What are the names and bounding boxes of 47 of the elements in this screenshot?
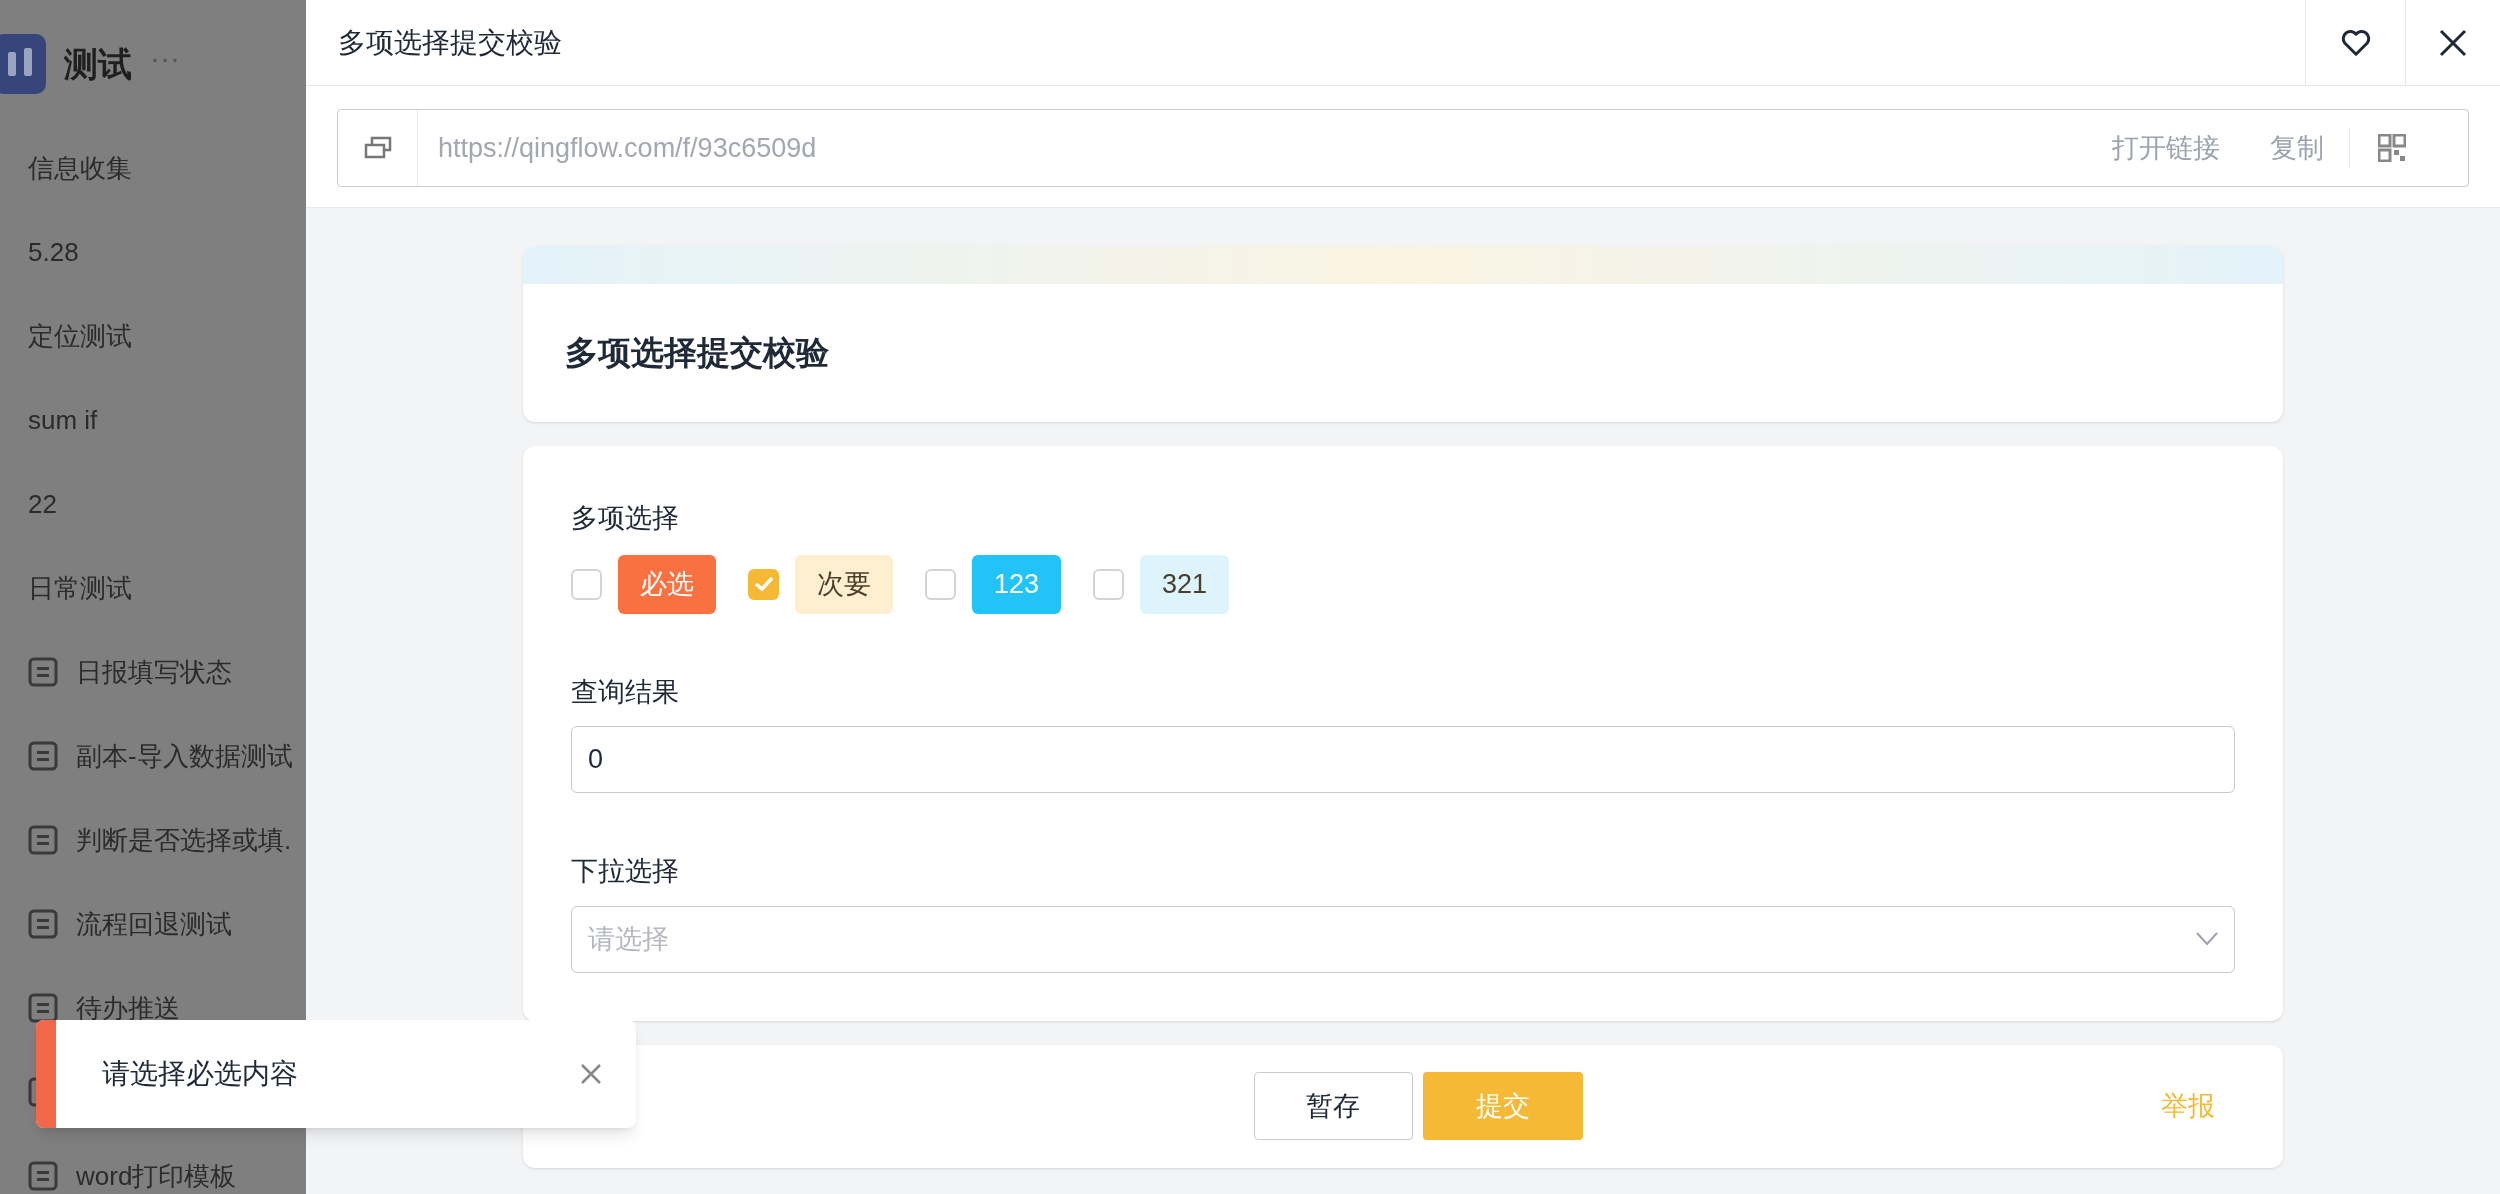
heart-icon (2340, 28, 2371, 57)
sidebar-item[interactable]: 定位测试 (0, 316, 132, 356)
option-tag: 次要 (795, 554, 893, 614)
sidebar-item[interactable]: 副本-导入数据测试 (76, 736, 293, 776)
open-link-button[interactable]: 打开链接 (2087, 127, 2245, 169)
option-tag: 321 (1140, 554, 1230, 614)
checkbox[interactable] (571, 568, 602, 600)
form-icon (28, 909, 58, 939)
check-icon (753, 576, 774, 592)
qr-code-icon[interactable] (2378, 134, 2406, 162)
field-label: 下拉选择 (571, 855, 680, 888)
close-icon (2438, 27, 2468, 58)
select-field[interactable]: 请选择 (571, 905, 2235, 973)
sidebar-item[interactable]: 日报填写状态 (76, 652, 232, 692)
field-label: 查询结果 (571, 675, 680, 709)
sidebar-item[interactable]: 信息收集 (0, 148, 132, 188)
link-icon (363, 136, 392, 160)
save-draft-button[interactable]: 暂存 (1253, 1072, 1413, 1140)
form-icon (28, 657, 58, 687)
url-text: https://qingflow.com/f/93c6509d (437, 131, 818, 165)
sidebar-item[interactable]: sum if (0, 400, 98, 440)
form-icon (28, 1161, 58, 1191)
close-icon[interactable] (580, 1063, 602, 1085)
checkbox[interactable] (1093, 568, 1125, 600)
input-field[interactable]: 0 (571, 726, 2235, 793)
checkbox[interactable] (925, 568, 956, 600)
chevron-down-icon (2196, 932, 2218, 946)
copy-button[interactable]: 复制 (2245, 127, 2350, 169)
field-label: 多项选择 (571, 502, 680, 535)
sidebar-item[interactable]: 5.28 (0, 232, 79, 272)
sidebar-item[interactable]: 判断是否选择或填. (76, 820, 292, 860)
app-logo-icon (0, 34, 46, 94)
sidebar-item[interactable]: 流程回退测试 (76, 904, 232, 944)
form-icon (28, 741, 58, 771)
form-icon (28, 825, 58, 855)
sidebar-item[interactable]: 22 (0, 484, 57, 524)
drawer-title: 多项选择提交校验 (337, 25, 563, 60)
form-icon (28, 993, 58, 1023)
sidebar-item[interactable]: word打印模板 (76, 1156, 237, 1194)
form-title: 多项选择提交校验 (565, 333, 829, 374)
more-button[interactable]: ··· (150, 43, 180, 73)
app-title: 测试 (64, 43, 132, 85)
option-tag: 必选 (618, 554, 716, 614)
option-tag: 123 (972, 554, 1062, 614)
toast-message: 请选择必选内容 (101, 1057, 299, 1091)
sidebar-item[interactable]: 日常测试 (0, 568, 132, 608)
checkbox[interactable] (748, 568, 779, 600)
